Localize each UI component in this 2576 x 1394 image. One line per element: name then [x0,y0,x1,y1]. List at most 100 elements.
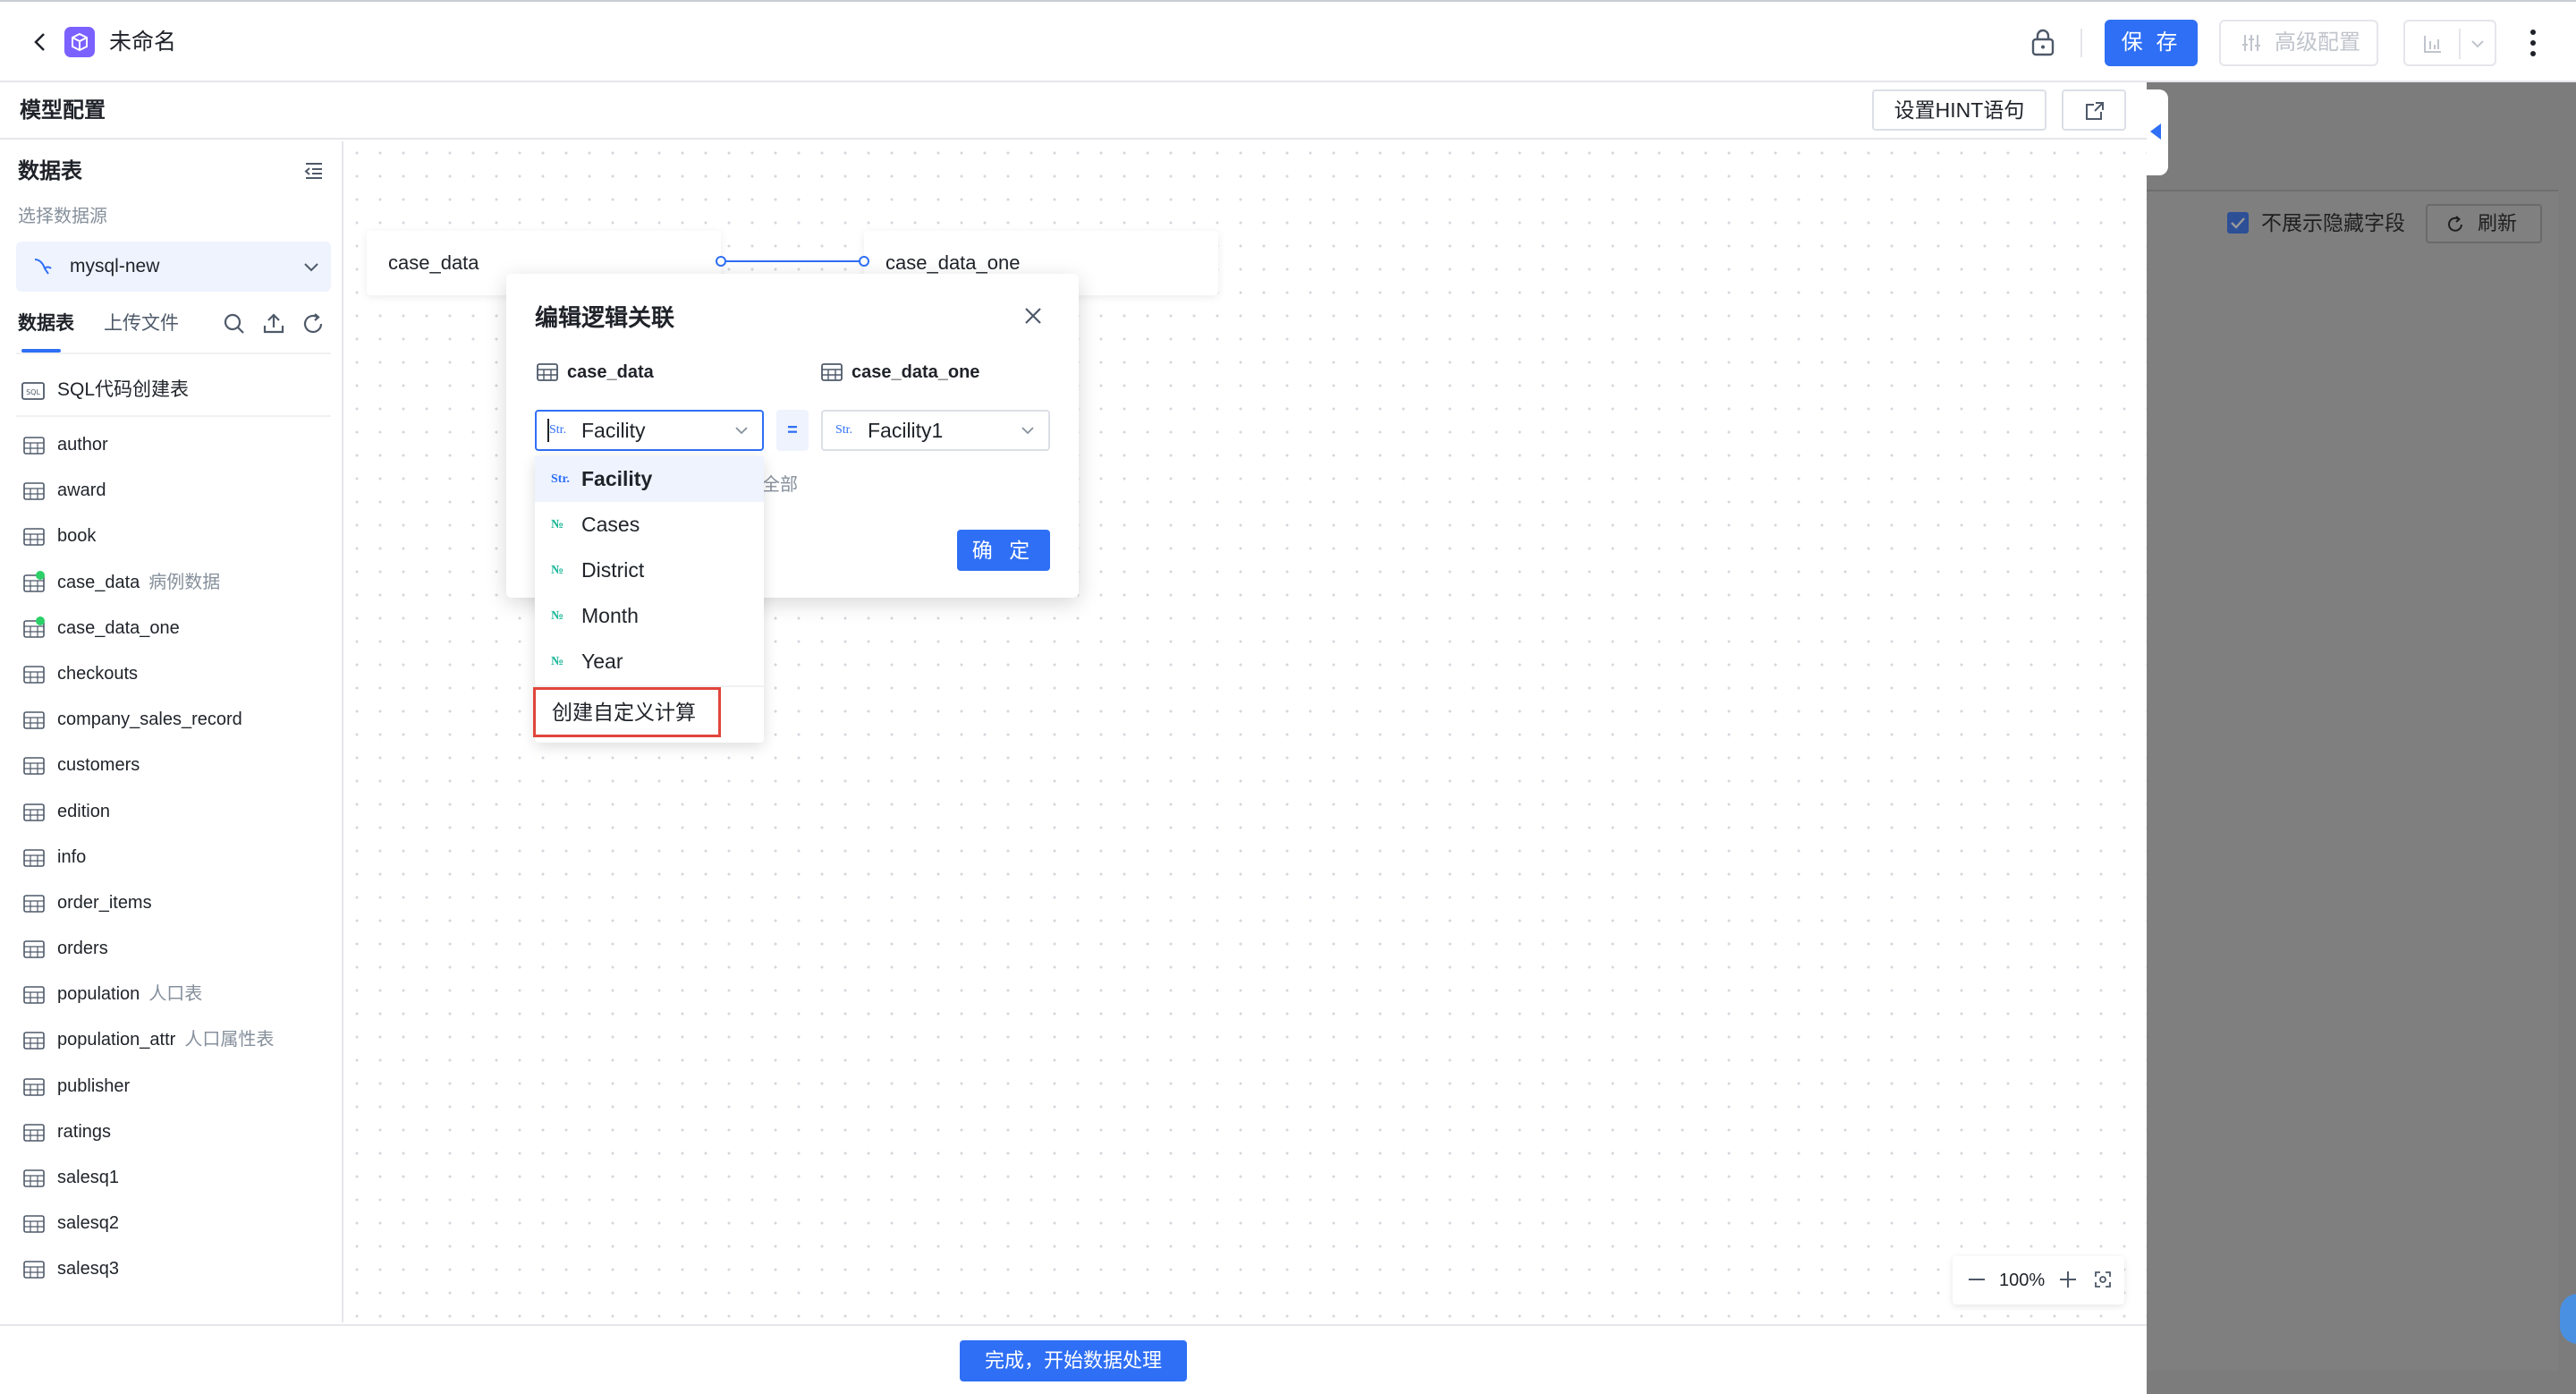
table-icon [23,482,45,500]
string-type-icon: Str. [549,423,567,437]
table-list-item[interactable]: case_data 病例数据 [0,560,343,606]
bar-chart-icon [2424,36,2441,53]
zoom-in-icon-vertical[interactable] [2067,1271,2069,1288]
svg-text:SQL: SQL [26,388,40,396]
join-type-partial-label: 全部 [762,475,798,495]
expand-icon [2086,102,2104,120]
right-panel-overlay: 不展示隐藏字段 刷新 [2147,82,2576,1394]
table-name: case_data [57,572,140,592]
table-list-item[interactable]: population_attr 人口属性表 [0,1017,343,1063]
table-list-item[interactable]: salesq2 [0,1201,343,1246]
refresh-label: 刷新 [2478,212,2518,234]
table-list-item[interactable]: author [0,422,343,468]
table-list-item[interactable]: award [0,468,343,514]
table-name: publisher [57,1075,131,1096]
finish-process-button[interactable]: 完成，开始数据处理 [960,1340,1187,1381]
operator-equals[interactable]: = [776,410,809,451]
upload-icon[interactable] [261,311,286,336]
save-button[interactable]: 保 存 [2105,20,2198,66]
close-icon[interactable] [1023,306,1043,326]
page-title: 模型配置 [20,98,106,123]
table-name: salesq1 [57,1168,119,1187]
tab-upload-file[interactable]: 上传文件 [104,311,179,336]
join-link-start-dot[interactable] [716,256,726,267]
left-field-value: Facility [581,419,646,442]
zoom-out-icon[interactable] [1969,1279,1985,1280]
table-list-item[interactable]: info [0,835,343,880]
table-list-item[interactable]: case_data_one [0,606,343,651]
table-list-item[interactable]: customers [0,743,343,788]
chart-type-button[interactable] [2403,20,2496,66]
table-icon [23,528,45,547]
table-icon [821,363,843,381]
chart-button-divider [2459,29,2461,59]
table-list-item[interactable]: publisher [0,1064,343,1109]
more-vertical-icon[interactable] [2524,25,2542,61]
join-link-line[interactable] [721,260,864,262]
left-table-label: case_data [567,362,654,382]
table-icon [23,1169,45,1187]
table-list-item[interactable]: checkouts [0,651,343,697]
zoom-level: 100% [1999,1271,2046,1290]
sql-create-label: SQL代码创建表 [57,379,190,400]
string-type-icon: Str. [835,423,853,437]
zoom-control: 100% [1953,1256,2124,1305]
table-icon [23,803,45,821]
table-alias: 人口表 [148,984,203,1005]
left-field-select[interactable]: Str. Facility [535,410,764,451]
chevron-left-icon[interactable] [27,29,54,55]
field-option[interactable]: Str. Facility [535,456,764,502]
field-option[interactable]: № Year [535,639,764,684]
fit-view-icon[interactable] [2094,1271,2112,1288]
panel-toggle-handle[interactable] [2147,89,2168,175]
table-icon [23,1077,45,1096]
sidebar-title: 数据表 [18,159,82,183]
advanced-config-button[interactable]: 高级配置 [2219,20,2378,66]
table-list-item[interactable]: salesq3 [0,1246,343,1292]
field-option[interactable]: № Cases [535,502,764,548]
data-source-select[interactable]: mysql-new [16,242,331,292]
create-custom-calc-item[interactable]: 创建自定义计算 [533,687,721,737]
right-field-select[interactable]: Str. Facility1 [821,410,1050,451]
fullscreen-button[interactable] [2062,89,2126,131]
join-link-end-dot[interactable] [859,256,869,267]
table-list-item[interactable]: book [0,514,343,559]
refresh-icon[interactable] [301,311,326,336]
table-list-item[interactable]: order_items [0,880,343,926]
table-name: order_items [57,892,152,913]
table-icon [23,666,45,684]
table-alias: 病例数据 [148,572,221,592]
table-list-item[interactable]: population 人口表 [0,972,343,1017]
advanced-config-label: 高级配置 [2275,30,2360,55]
table-icon [23,848,45,867]
model-config-header: 模型配置 设置HINT语句 [0,82,2147,140]
hide-fields-checkbox[interactable] [2227,212,2249,234]
table-list-item[interactable]: ratings [0,1109,343,1155]
table-name: population [57,984,140,1005]
data-source-value: mysql-new [70,256,160,276]
table-icon [23,711,45,729]
field-option-label: Year [581,650,623,673]
table-list-item[interactable]: salesq1 [0,1155,343,1201]
field-option[interactable]: № Month [535,593,764,639]
lock-icon[interactable] [2029,27,2057,57]
table-name: case_data_one [57,617,180,638]
tab-tables[interactable]: 数据表 [18,311,74,336]
collapse-sidebar-icon[interactable] [304,161,324,181]
document-title[interactable]: 未命名 [109,27,176,57]
confirm-button[interactable]: 确 定 [957,530,1050,571]
table-name: population_attr [57,1030,176,1050]
table-list-item[interactable]: edition [0,789,343,835]
set-hint-button[interactable]: 设置HINT语句 [1872,89,2046,131]
sql-create-table-item[interactable]: SQL SQL代码创建表 [20,372,189,408]
refresh-button[interactable]: 刷新 [2426,204,2542,243]
search-icon[interactable] [222,311,247,336]
table-sidebar: 数据表 选择数据源 mysql-new 数据表 上传文件 SQL SQL代码创建… [0,141,343,1322]
refresh-icon [2448,216,2462,232]
table-list-item[interactable]: orders [0,926,343,972]
field-option[interactable]: № District [535,548,764,593]
right-table-label: case_data_one [852,362,980,382]
table-name: salesq3 [57,1259,119,1279]
table-list-item[interactable]: company_sales_record [0,697,343,743]
table-name: info [57,846,87,867]
